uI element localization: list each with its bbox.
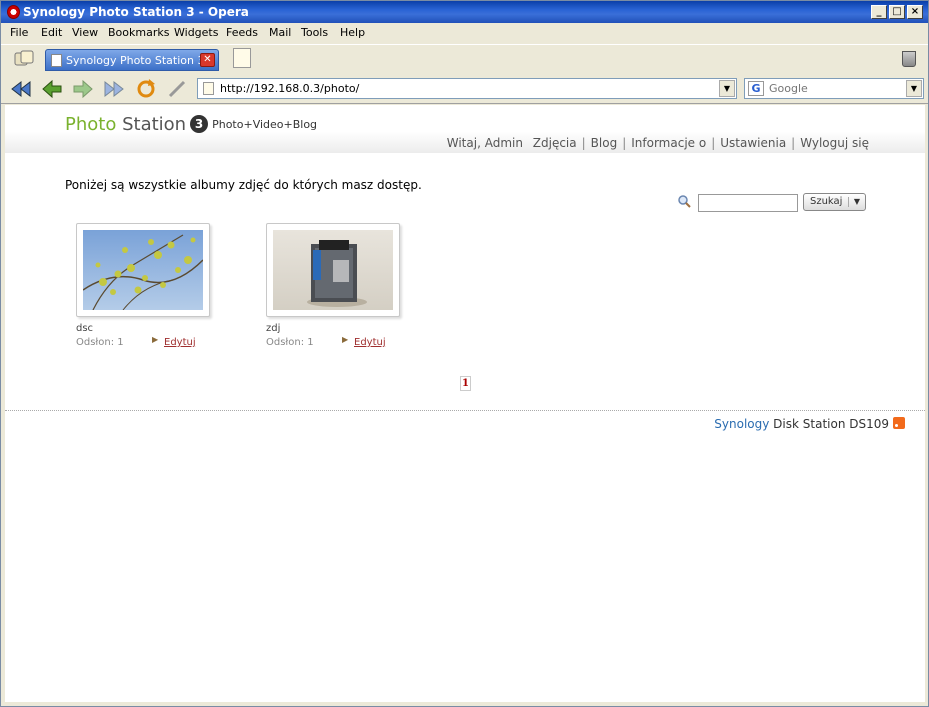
search-input[interactable] [698,194,798,212]
page-icon [203,82,214,95]
edit-pen-icon[interactable] [166,78,188,100]
footer-model: Disk Station DS109 [773,417,889,431]
chevron-down-icon[interactable]: ▼ [906,80,922,97]
logo-number: 3 [190,115,209,133]
album-cover-image[interactable] [273,230,393,310]
menu-view[interactable]: View [72,26,98,39]
logo-station: Station [122,114,187,135]
album-card[interactable]: zdj Odsłon: 1 ▶ Edytuj [266,223,446,353]
greeting: Witaj, Admin [446,136,523,150]
bullet-icon: ▶ [342,335,349,344]
page-icon [51,54,62,67]
top-navigation: Witaj, Admin Zdjęcia | Blog | Informacje o | U… [446,136,869,150]
maximize-button[interactable]: □ [889,5,905,19]
tab-photo-station[interactable]: Synology Photo Station 3 ✕ [45,49,219,71]
menu-bookmarks[interactable]: Bookmarks [108,26,169,39]
album-name[interactable]: dsc [76,323,93,334]
chevron-down-icon[interactable]: ▼ [854,194,860,210]
menu-file[interactable]: File [10,26,28,39]
trash-icon[interactable] [902,51,916,67]
album-thumbnail[interactable] [76,223,210,317]
nav-blog[interactable]: Blog [591,136,618,150]
close-tab-icon[interactable]: ✕ [200,53,215,67]
album-cover-image[interactable] [83,230,203,310]
nav-settings[interactable]: Ustawienia [720,136,786,150]
photo-station-logo: Photo Station 3 Photo+Video+Blog [65,114,317,135]
menu-tools[interactable]: Tools [301,26,328,39]
forward-icon[interactable] [72,78,94,100]
browser-window: Synology Photo Station 3 - Opera _ □ × F… [0,0,929,707]
browser-search-input[interactable] [769,81,904,96]
album-edit-link[interactable]: Edytuj [164,337,196,348]
fast-forward-icon[interactable] [103,78,125,100]
logo-photo: Photo [65,114,117,135]
menu-bar: File Edit View Bookmarks Widgets Feeds M… [1,23,928,43]
page-number[interactable]: 1 [460,376,471,391]
page-content: Photo Station 3 Photo+Video+Blog Witaj, Ad… [5,105,925,702]
intro-text: Poniżej są wszystkie albumy zdjęć do któ… [65,178,422,192]
bullet-icon: ▶ [152,335,159,344]
opera-icon [7,5,20,19]
menu-mail[interactable]: Mail [269,26,291,39]
search-button-label: Szukaj [810,196,843,207]
rewind-icon[interactable] [10,78,32,100]
reload-icon[interactable] [135,78,157,100]
minimize-button[interactable]: _ [871,5,887,19]
footer: Synology Disk Station DS109 [714,417,905,431]
new-tab-icon[interactable] [233,48,251,68]
album-name[interactable]: zdj [266,323,280,334]
tab-bar: Synology Photo Station 3 ✕ [1,44,928,74]
back-icon[interactable] [41,78,63,100]
album-views: Odsłon: 1 [266,337,314,348]
address-field[interactable]: ▼ [197,78,737,99]
album-views: Odsłon: 1 [76,337,124,348]
nav-about[interactable]: Informacje o [631,136,706,150]
google-icon: G [748,81,764,96]
album-edit-link[interactable]: Edytuj [354,337,386,348]
rss-icon[interactable] [893,417,905,429]
address-toolbar: ▼ G ▼ [1,74,928,104]
nav-photos[interactable]: Zdjęcia [533,136,577,150]
menu-widgets[interactable]: Widgets [174,26,218,39]
nav-logout[interactable]: Wyloguj się [800,136,869,150]
title-bar: Synology Photo Station 3 - Opera _ □ × [1,1,928,23]
album-thumbnail[interactable] [266,223,400,317]
footer-brand[interactable]: Synology [714,417,769,431]
search-button[interactable]: Szukaj ▼ [803,193,866,211]
search-icon [678,195,691,208]
logo-tagline: Photo+Video+Blog [212,118,318,131]
menu-help[interactable]: Help [340,26,365,39]
menu-feeds[interactable]: Feeds [226,26,258,39]
window-title: Synology Photo Station 3 - Opera [23,5,249,19]
close-window-button[interactable]: × [907,5,923,19]
chevron-down-icon[interactable]: ▼ [719,80,735,97]
browser-search-field[interactable]: G ▼ [744,78,924,99]
panels-icon[interactable] [13,50,35,68]
menu-edit[interactable]: Edit [41,26,62,39]
album-search: Szukaj ▼ [677,193,877,213]
album-card[interactable]: dsc Odsłon: 1 ▶ Edytuj [76,223,256,353]
url-input[interactable] [220,81,715,96]
tab-label: Synology Photo Station 3 [66,54,205,67]
footer-divider [5,410,925,411]
